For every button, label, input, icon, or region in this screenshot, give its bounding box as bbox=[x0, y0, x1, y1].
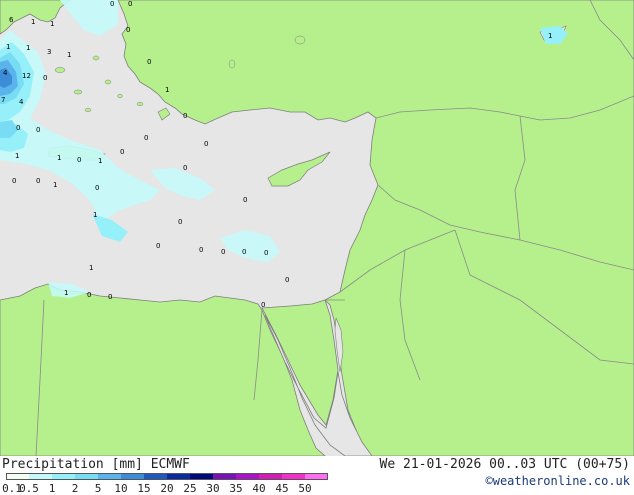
legend-label: 30 bbox=[206, 482, 220, 495]
point-value: 0 bbox=[183, 112, 187, 120]
point-value: 0 bbox=[43, 74, 47, 82]
legend-label: 5 bbox=[94, 482, 102, 495]
point-value: 0 bbox=[36, 126, 40, 134]
legend-label: 40 bbox=[252, 482, 266, 495]
point-value: 1 bbox=[93, 211, 97, 219]
point-value: 1 bbox=[6, 43, 10, 51]
point-value: 0 bbox=[12, 177, 16, 185]
point-value: 6 bbox=[9, 16, 14, 24]
precipitation-map: 6 1 1 1 1 3 1 4 12 7 4 0 1 0 1 0 0 1 1 0… bbox=[0, 0, 634, 456]
legend-label: 2 bbox=[71, 482, 79, 495]
point-value: 1 bbox=[548, 32, 552, 40]
point-value: 0 bbox=[242, 248, 246, 256]
point-value: 1 bbox=[50, 20, 54, 28]
legend-label: 0.5 bbox=[19, 482, 39, 495]
point-value: 0 bbox=[285, 276, 289, 284]
point-value: 0 bbox=[126, 26, 130, 34]
point-value: 1 bbox=[64, 289, 68, 297]
point-value: 0 bbox=[147, 58, 151, 66]
point-value: 4 bbox=[3, 69, 8, 77]
point-value: 12 bbox=[22, 72, 31, 80]
point-value: 0 bbox=[16, 124, 20, 132]
point-value: 0 bbox=[199, 246, 203, 254]
legend-label: 45 bbox=[275, 482, 289, 495]
point-value: 1 bbox=[26, 44, 30, 52]
map-title: Precipitation [mm] ECMWF bbox=[2, 457, 190, 472]
point-value: 0 bbox=[95, 184, 99, 192]
point-value: 7 bbox=[1, 96, 5, 104]
point-value: 1 bbox=[15, 152, 19, 160]
point-value: 0 bbox=[178, 218, 182, 226]
point-value: 1 bbox=[67, 51, 71, 59]
point-value: 0 bbox=[128, 0, 132, 8]
point-value: 1 bbox=[98, 157, 102, 165]
point-value: 0 bbox=[264, 249, 268, 257]
legend-label: 10 bbox=[114, 482, 128, 495]
point-value: 0 bbox=[36, 177, 40, 185]
point-value: 0 bbox=[204, 140, 208, 148]
point-value: 0 bbox=[108, 293, 112, 301]
point-value: 1 bbox=[31, 18, 35, 26]
point-value: 1 bbox=[57, 154, 61, 162]
credit-link[interactable]: ©weatheronline.co.uk bbox=[486, 474, 631, 488]
point-value: 0 bbox=[243, 196, 247, 204]
point-value: 4 bbox=[19, 98, 24, 106]
forecast-datetime: We 21-01-2026 00..03 UTC (00+75) bbox=[379, 457, 630, 472]
point-value: 0 bbox=[183, 164, 187, 172]
point-value: 0 bbox=[144, 134, 148, 142]
precip-legend: 0.1 0.5 1 2 5 10 15 20 25 30 35 40 45 50 bbox=[0, 472, 340, 495]
legend-label: 25 bbox=[183, 482, 197, 495]
legend-label: 20 bbox=[160, 482, 174, 495]
point-value: 0 bbox=[156, 242, 160, 250]
legend-label: 35 bbox=[229, 482, 243, 495]
point-value: 0 bbox=[221, 248, 225, 256]
point-value: 0 bbox=[120, 148, 124, 156]
point-value: 0 bbox=[87, 291, 91, 299]
point-value: 3 bbox=[47, 48, 51, 56]
point-value: 0 bbox=[77, 156, 81, 164]
legend-label: 15 bbox=[137, 482, 151, 495]
legend-bar-outline bbox=[6, 473, 328, 480]
legend-label: 50 bbox=[298, 482, 312, 495]
legend-label: 1 bbox=[48, 482, 56, 495]
point-value: 0 bbox=[261, 301, 265, 309]
point-value: 1 bbox=[89, 264, 93, 272]
point-value: 1 bbox=[53, 181, 57, 189]
point-value: 0 bbox=[110, 0, 114, 8]
point-value: 1 bbox=[165, 86, 169, 94]
weather-map-view: 6 1 1 1 1 3 1 4 12 7 4 0 1 0 1 0 0 1 1 0… bbox=[0, 0, 634, 495]
